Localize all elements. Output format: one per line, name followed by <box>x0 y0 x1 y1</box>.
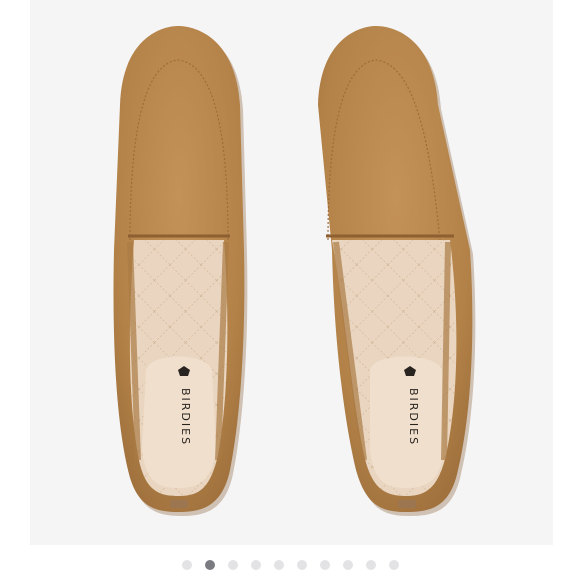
gallery-dot[interactable] <box>181 560 192 570</box>
gallery-dot[interactable] <box>388 560 399 570</box>
left-shoe: BIRDIES <box>113 26 248 516</box>
product-image-viewer: BIRDIES BIRDIES <box>0 0 580 580</box>
gallery-dot[interactable] <box>250 560 261 570</box>
right-heel-tab <box>398 500 416 508</box>
gallery-dot[interactable] <box>342 560 353 570</box>
gallery-dot[interactable] <box>365 560 376 570</box>
left-heel-tab <box>170 500 188 508</box>
gallery-pagination <box>0 558 580 572</box>
gallery-dot[interactable] <box>319 560 330 570</box>
gallery-dot-active[interactable] <box>204 560 215 570</box>
product-photo[interactable]: BIRDIES BIRDIES <box>30 0 553 545</box>
loafers-illustration: BIRDIES BIRDIES <box>113 26 476 516</box>
left-brand-label: BIRDIES <box>179 388 192 446</box>
right-insole-heel-pad <box>370 356 444 488</box>
gallery-dot[interactable] <box>227 560 238 570</box>
right-brand-label: BIRDIES <box>407 388 420 446</box>
right-shoe: BIRDIES <box>318 26 476 516</box>
gallery-dot[interactable] <box>273 560 284 570</box>
left-insole-heel-pad <box>142 356 216 488</box>
gallery-dot[interactable] <box>296 560 307 570</box>
